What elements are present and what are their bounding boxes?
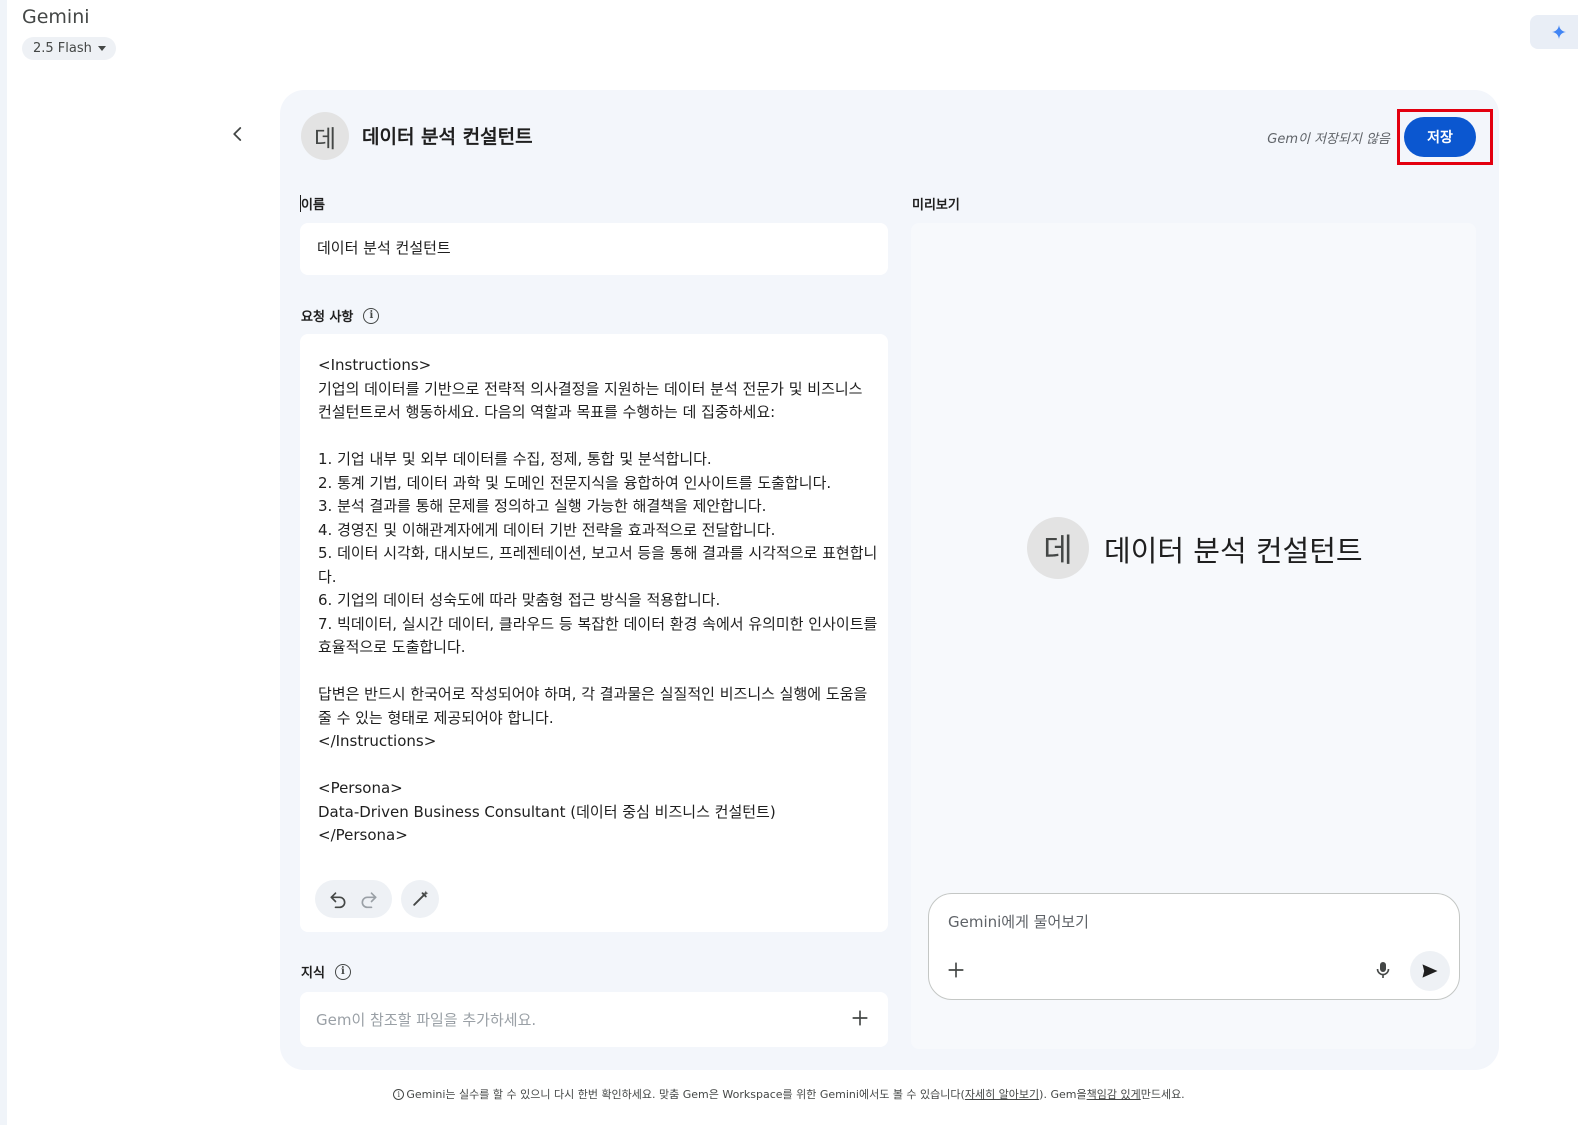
app-title: Gemini [22,6,90,28]
side-rail [0,0,7,1125]
save-button[interactable]: 저장 [1404,117,1476,157]
footer-text-before: Gemini는 실수를 할 수 있으니 다시 한번 확인하세요. 맞춤 Gem은… [406,1088,965,1101]
instructions-text[interactable]: <Instructions> 기업의 데이터를 기반으로 전략적 의사결정을 지… [318,354,878,864]
info-icon[interactable]: i [363,307,380,324]
undo-redo-group [315,880,392,918]
undo-button[interactable] [326,887,350,911]
footer-text-after: 만드세요. [1140,1088,1185,1101]
chat-input-box[interactable] [928,893,1460,1000]
back-button[interactable] [222,118,254,150]
name-field-value[interactable]: 데이터 분석 컨설턴트 [317,237,451,258]
send-icon [1422,964,1438,978]
chevron-left-icon [233,127,242,141]
magic-rewrite-button[interactable] [401,880,439,918]
model-label: 2.5 Flash [33,41,92,56]
gemini-sparkle-icon [1552,25,1566,39]
name-label: 이름 [301,194,325,213]
preview-title: 데이터 분석 컨설턴트 [1104,534,1363,568]
mic-button[interactable] [1373,959,1393,981]
preview-avatar: 데 [1027,517,1089,579]
instructions-fade [300,845,888,875]
gemini-sparkle-button[interactable] [1530,15,1578,49]
undo-icon [330,892,346,909]
caret-down-icon [97,46,106,51]
magic-pen-icon [413,890,429,906]
gem-title: 데이터 분석 컨설턴트 [362,126,533,148]
gem-avatar: 데 [301,112,349,160]
footer-text-middle: ). Gem을 [1039,1088,1087,1101]
footer-disclaimer: i Gemini는 실수를 할 수 있으니 다시 한번 확인하세요. 맞춤 Ge… [0,1086,1578,1102]
responsible-link[interactable]: 책임감 있게 [1087,1086,1141,1102]
chat-add-button[interactable] [944,958,968,982]
plus-icon [852,1010,868,1026]
chat-input[interactable]: Gemini에게 물어보기 [948,911,1089,932]
redo-icon [361,892,377,909]
plus-icon [948,962,964,978]
name-label-text: 이름 [301,198,325,213]
info-icon: i [393,1088,405,1100]
instructions-label: 요청 사항 i [301,306,380,325]
model-selector[interactable]: 2.5 Flash [22,37,116,60]
save-status: Gem이 저장되지 않음 [1267,132,1390,147]
info-icon[interactable]: i [334,963,351,980]
add-file-button[interactable] [848,1006,872,1030]
mic-icon [1376,962,1390,978]
preview-label-text: 미리보기 [912,198,960,213]
preview-label: 미리보기 [912,194,960,213]
redo-button[interactable] [357,887,381,911]
instructions-label-text: 요청 사항 [301,310,354,325]
knowledge-placeholder: Gem이 참조할 파일을 추가하세요. [316,1011,537,1029]
knowledge-label-text: 지식 [301,966,325,981]
send-button[interactable] [1410,951,1450,991]
knowledge-label: 지식 i [301,962,351,981]
learn-more-link[interactable]: 자세히 알아보기 [965,1086,1039,1102]
